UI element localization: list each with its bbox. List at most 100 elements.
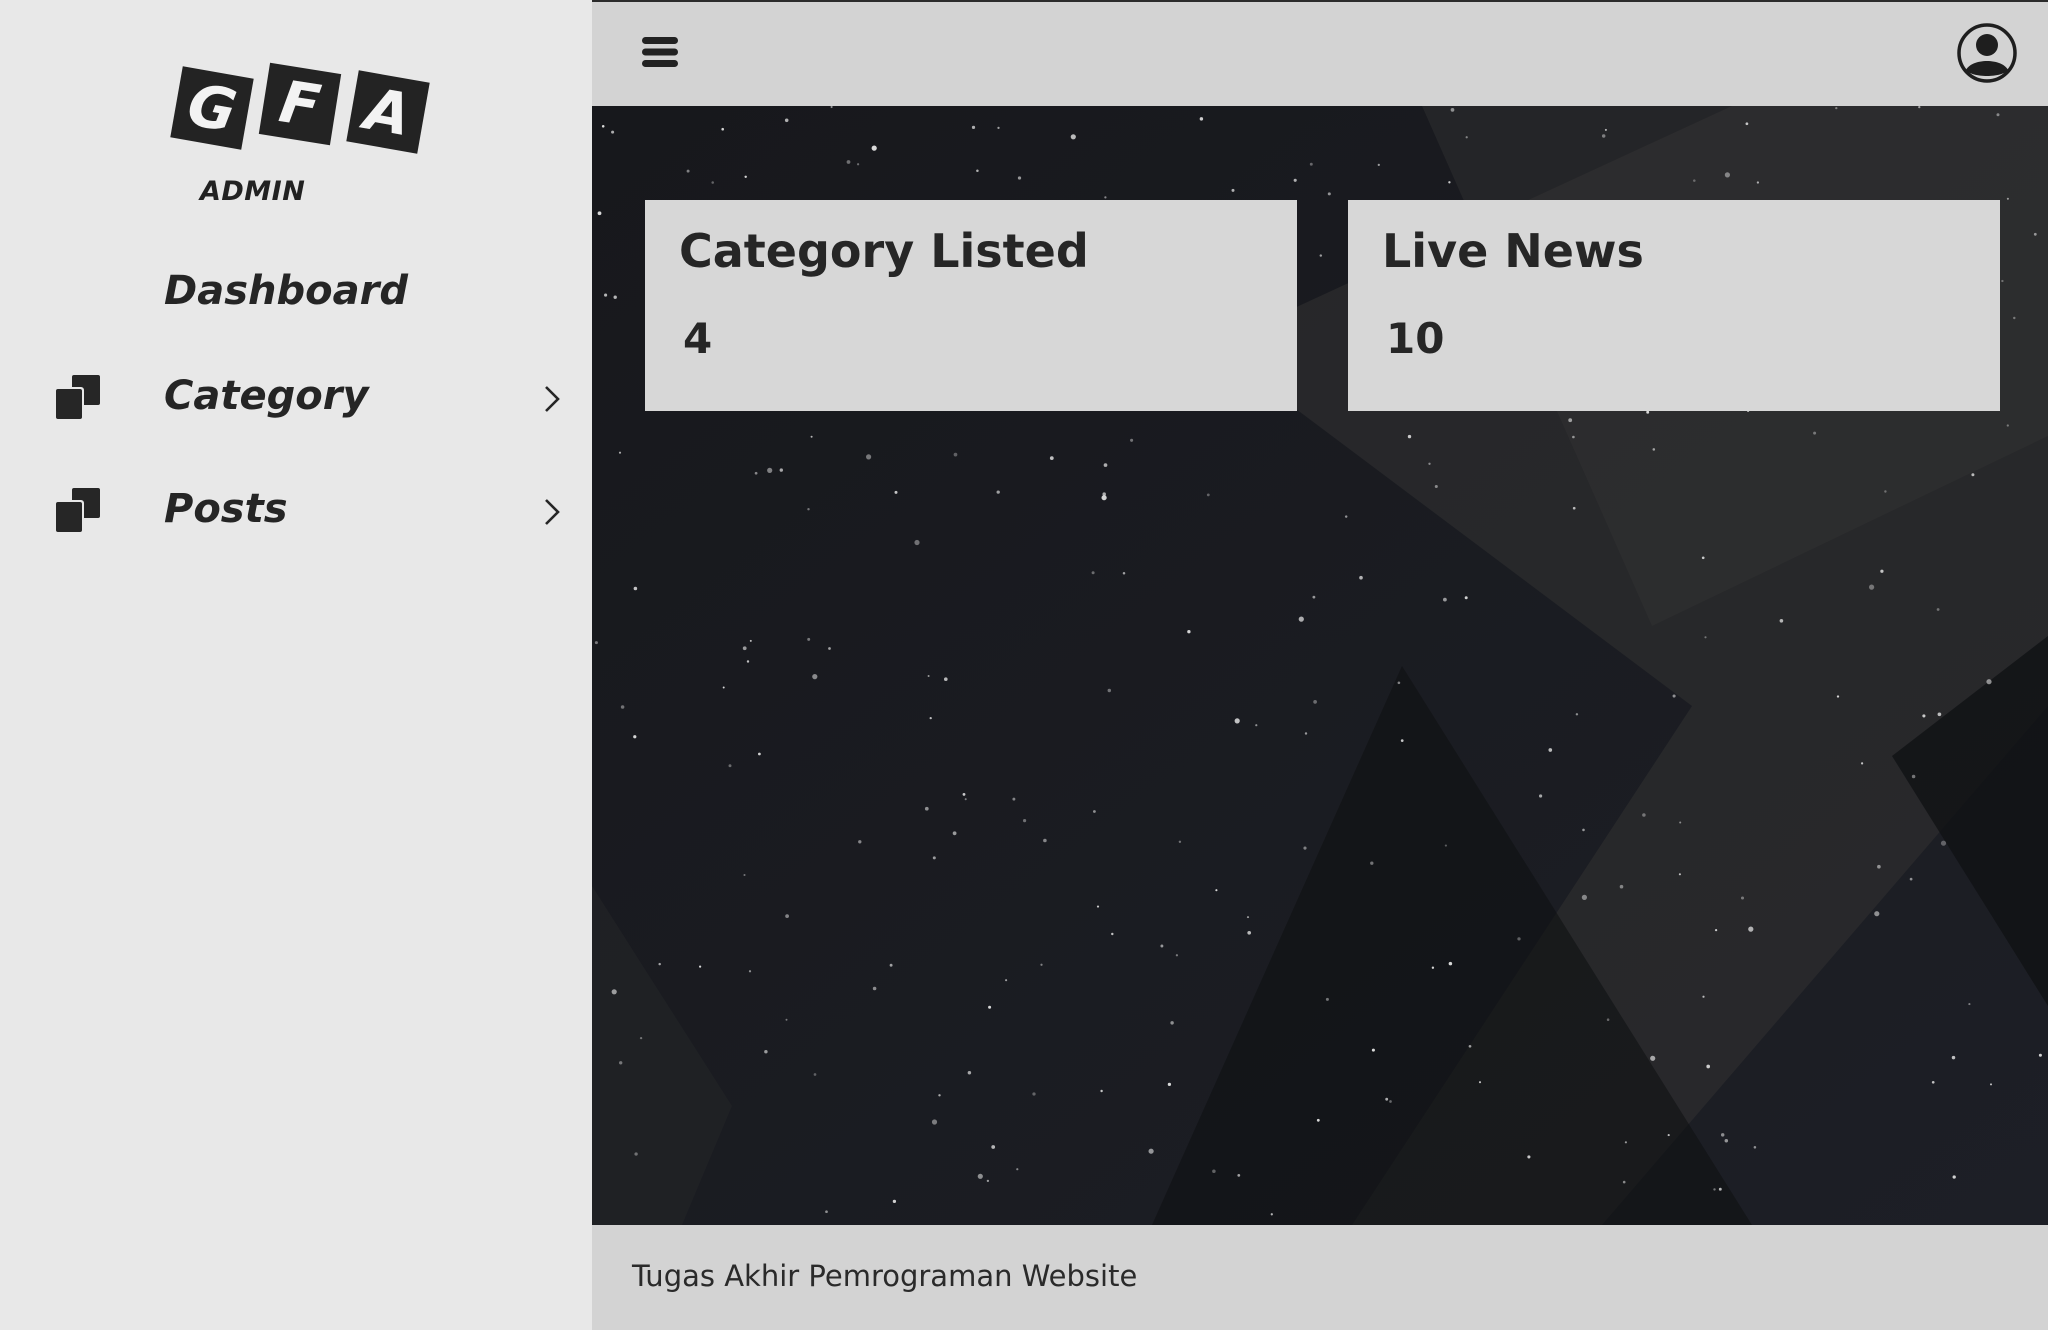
star bbox=[1012, 797, 1016, 801]
star bbox=[746, 660, 750, 663]
star bbox=[1304, 732, 1308, 735]
star bbox=[1650, 1055, 1656, 1061]
star bbox=[1835, 106, 1838, 110]
star bbox=[807, 507, 810, 511]
star bbox=[767, 467, 773, 473]
star bbox=[1869, 584, 1875, 590]
star bbox=[722, 686, 725, 689]
star bbox=[1397, 681, 1401, 685]
star bbox=[613, 295, 617, 299]
star bbox=[1465, 136, 1468, 139]
star bbox=[1940, 840, 1947, 846]
star bbox=[1604, 128, 1607, 131]
star bbox=[929, 716, 932, 720]
stat-card-category[interactable]: Category Listed 4 bbox=[645, 200, 1297, 411]
star bbox=[1246, 916, 1250, 919]
top-navbar bbox=[592, 0, 2048, 106]
star bbox=[1167, 1082, 1172, 1087]
star bbox=[1049, 456, 1054, 460]
star bbox=[1724, 172, 1730, 178]
star bbox=[1325, 997, 1329, 1001]
star bbox=[1043, 838, 1047, 843]
star bbox=[964, 798, 967, 801]
star bbox=[604, 293, 608, 297]
star bbox=[601, 125, 605, 128]
star bbox=[633, 586, 638, 591]
star bbox=[1444, 844, 1447, 847]
user-account-icon[interactable] bbox=[1956, 22, 2018, 84]
star bbox=[846, 160, 851, 164]
star bbox=[784, 118, 789, 123]
star bbox=[1922, 714, 1926, 718]
star bbox=[728, 764, 732, 768]
star bbox=[1724, 1139, 1729, 1143]
star bbox=[1672, 694, 1676, 698]
sidebar-item-category[interactable]: Category bbox=[0, 355, 592, 445]
star bbox=[1652, 448, 1656, 451]
star bbox=[1234, 718, 1240, 724]
gfa-logo[interactable]: G F A bbox=[170, 62, 432, 172]
star bbox=[742, 646, 747, 651]
star bbox=[1385, 1097, 1389, 1101]
sidebar-item-dashboard[interactable]: Dashboard bbox=[0, 250, 592, 340]
star bbox=[1527, 1155, 1531, 1159]
star bbox=[1909, 877, 1913, 881]
star bbox=[1622, 1180, 1626, 1184]
stacked-squares-icon bbox=[54, 375, 100, 421]
star bbox=[988, 1005, 992, 1009]
star bbox=[611, 130, 615, 134]
sidebar-item-label: Category bbox=[164, 373, 369, 419]
star bbox=[1247, 930, 1252, 935]
star bbox=[1464, 596, 1468, 600]
star bbox=[1986, 679, 1992, 685]
star bbox=[1836, 695, 1840, 698]
star bbox=[1255, 724, 1258, 727]
star bbox=[1678, 873, 1681, 876]
star bbox=[1860, 762, 1864, 765]
star bbox=[892, 1199, 897, 1204]
star bbox=[1443, 597, 1447, 602]
hamburger-menu-icon[interactable] bbox=[638, 32, 682, 72]
star bbox=[938, 1094, 941, 1097]
star bbox=[1951, 1055, 1956, 1060]
star bbox=[1215, 889, 1218, 892]
star bbox=[764, 1049, 768, 1054]
footer: Tugas Akhir Pemrograman Website bbox=[592, 1225, 2048, 1330]
star bbox=[1667, 1134, 1670, 1137]
star bbox=[1100, 1089, 1103, 1093]
star bbox=[932, 856, 936, 860]
star bbox=[1704, 636, 1707, 639]
star bbox=[1448, 181, 1451, 184]
star bbox=[996, 490, 1000, 494]
star bbox=[1293, 178, 1297, 182]
star bbox=[1122, 571, 1126, 575]
star bbox=[1178, 840, 1182, 843]
star bbox=[1170, 1021, 1174, 1025]
star bbox=[1880, 569, 1884, 573]
star bbox=[1359, 575, 1363, 580]
stat-card-live-news[interactable]: Live News 10 bbox=[1348, 200, 2000, 411]
star bbox=[1931, 1080, 1935, 1084]
star bbox=[749, 639, 752, 642]
star bbox=[991, 1145, 996, 1149]
star bbox=[2033, 232, 2037, 236]
sidebar-item-posts[interactable]: Posts bbox=[0, 468, 592, 558]
star bbox=[871, 145, 877, 151]
star bbox=[1313, 700, 1317, 704]
star bbox=[686, 169, 690, 173]
star bbox=[1377, 163, 1380, 167]
admin-subtitle: ADMIN bbox=[200, 176, 306, 207]
dashboard-content: Category Listed 4 Live News 10 bbox=[592, 106, 2048, 1225]
star bbox=[1642, 813, 1646, 817]
star bbox=[807, 637, 811, 641]
footer-text: Tugas Akhir Pemrograman Website bbox=[632, 1259, 1138, 1293]
star bbox=[1990, 1083, 1992, 1086]
star bbox=[1148, 1148, 1154, 1154]
star bbox=[1175, 954, 1179, 957]
star bbox=[2001, 279, 2004, 283]
star bbox=[986, 1179, 990, 1183]
star bbox=[1187, 630, 1191, 634]
star bbox=[1756, 181, 1760, 184]
star bbox=[1996, 113, 2000, 117]
chevron-right-icon bbox=[545, 499, 560, 525]
